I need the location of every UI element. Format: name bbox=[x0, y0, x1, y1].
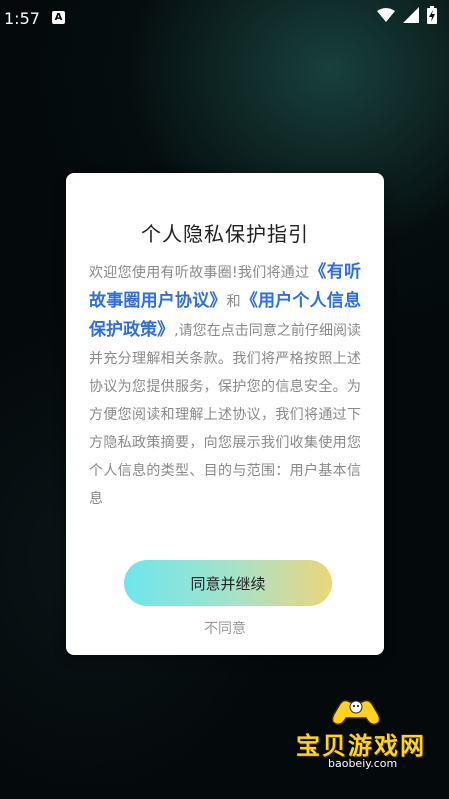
system-icons bbox=[377, 6, 437, 24]
body-rest: ,请您在点击同意之前仔细阅读并充分理解相关条款。我们将严格按照上述协议为您提供服… bbox=[89, 323, 361, 507]
body-intro: 欢迎您使用有听故事圈!我们将通过 bbox=[89, 265, 310, 281]
agree-continue-button[interactable]: 同意并继续 bbox=[124, 560, 332, 606]
gamepad-mascot-icon bbox=[331, 699, 381, 726]
watermark-url: baobeiy.com bbox=[328, 757, 398, 770]
dialog-body: 欢迎您使用有听故事圈!我们将通过《有听故事圈用户协议》和《用户个人信息保护政策》… bbox=[89, 258, 361, 540]
notification-badge-icon: A bbox=[52, 11, 65, 24]
watermark-logo: 宝贝游戏网 baobeiy.com bbox=[288, 694, 434, 774]
watermark-name: 宝贝游戏网 bbox=[296, 732, 426, 760]
battery-charging-icon bbox=[427, 6, 437, 24]
wifi-icon bbox=[377, 8, 395, 22]
status-time: 1:57 bbox=[4, 9, 40, 28]
status-bar: 1:57 A bbox=[0, 0, 449, 34]
signal-icon bbox=[403, 7, 419, 23]
privacy-dialog: 个人隐私保护指引 欢迎您使用有听故事圈!我们将通过《有听故事圈用户协议》和《用户… bbox=[66, 173, 384, 655]
dialog-title: 个人隐私保护指引 bbox=[141, 222, 309, 246]
body-and: 和 bbox=[226, 294, 241, 310]
disagree-button[interactable]: 不同意 bbox=[66, 618, 384, 638]
